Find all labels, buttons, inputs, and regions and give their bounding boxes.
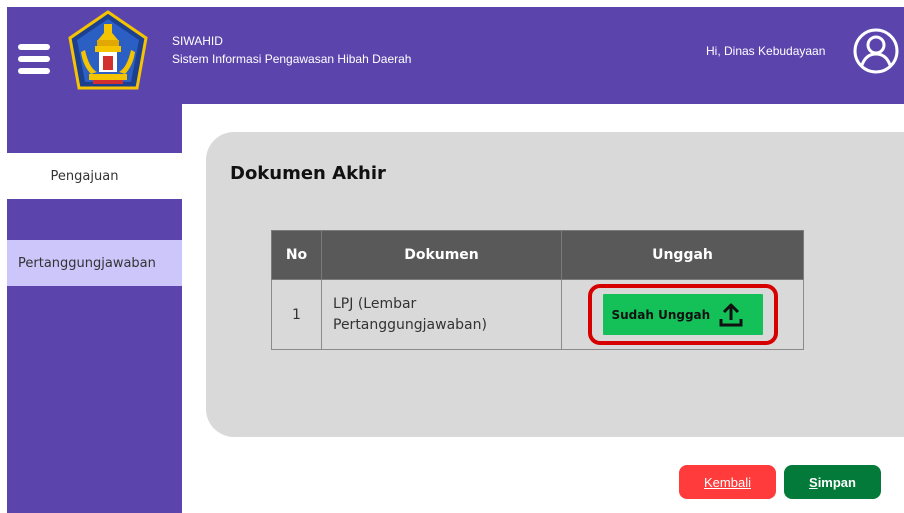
sidebar-item-label: Pengajuan — [50, 168, 119, 184]
upload-arrow-icon — [719, 303, 743, 326]
sidebar-item-pertanggungjawaban[interactable]: Pertanggungjawaban — [7, 240, 182, 286]
upload-highlight: Sudah Unggah — [587, 284, 778, 345]
table-row: 1 LPJ (Lembar Pertanggungjawaban) Sudah … — [271, 279, 804, 350]
document-name-line1: LPJ (Lembar — [333, 295, 417, 312]
sidebar-item-label: Pertanggungjawaban — [18, 255, 156, 271]
column-header-unggah: Unggah — [561, 230, 804, 280]
column-header-no: No — [271, 230, 322, 280]
page-title: Dokumen Akhir — [230, 163, 386, 184]
hamburger-menu-icon[interactable] — [18, 44, 50, 75]
app-header: SIWAHID Sistem Informasi Pengawasan Hiba… — [7, 7, 904, 104]
app-name: SIWAHID — [172, 34, 223, 48]
simpan-label-rest: impan — [817, 474, 856, 490]
simpan-button[interactable]: Simpan — [784, 465, 881, 499]
document-name-line2: Pertanggungjawaban) — [333, 316, 487, 333]
app-subtitle: Sistem Informasi Pengawasan Hibah Daerah — [172, 52, 412, 66]
upload-button-label: Sudah Unggah — [611, 307, 711, 322]
document-card: Dokumen Akhir No Dokumen Unggah 1 LPJ (L… — [206, 132, 904, 437]
kembali-button[interactable]: Kembali — [679, 465, 776, 499]
provincial-emblem-logo — [68, 10, 148, 90]
user-greeting: Hi, Dinas Kebudayaan — [706, 44, 826, 58]
simpan-label-first: S — [809, 474, 818, 490]
sidebar: Pengajuan Pertanggungjawaban — [7, 104, 182, 513]
sidebar-item-pengajuan[interactable]: Pengajuan — [7, 153, 182, 199]
row-number: 1 — [271, 279, 322, 350]
column-header-dokumen: Dokumen — [321, 230, 562, 280]
upload-cell: Sudah Unggah — [561, 279, 804, 350]
document-name: LPJ (Lembar Pertanggungjawaban) — [321, 279, 562, 350]
table-header-row: No Dokumen Unggah — [271, 230, 804, 280]
user-avatar-icon[interactable] — [852, 27, 900, 75]
document-table: No Dokumen Unggah 1 LPJ (Lembar Pertangg… — [271, 230, 804, 350]
upload-button[interactable]: Sudah Unggah — [602, 294, 763, 335]
